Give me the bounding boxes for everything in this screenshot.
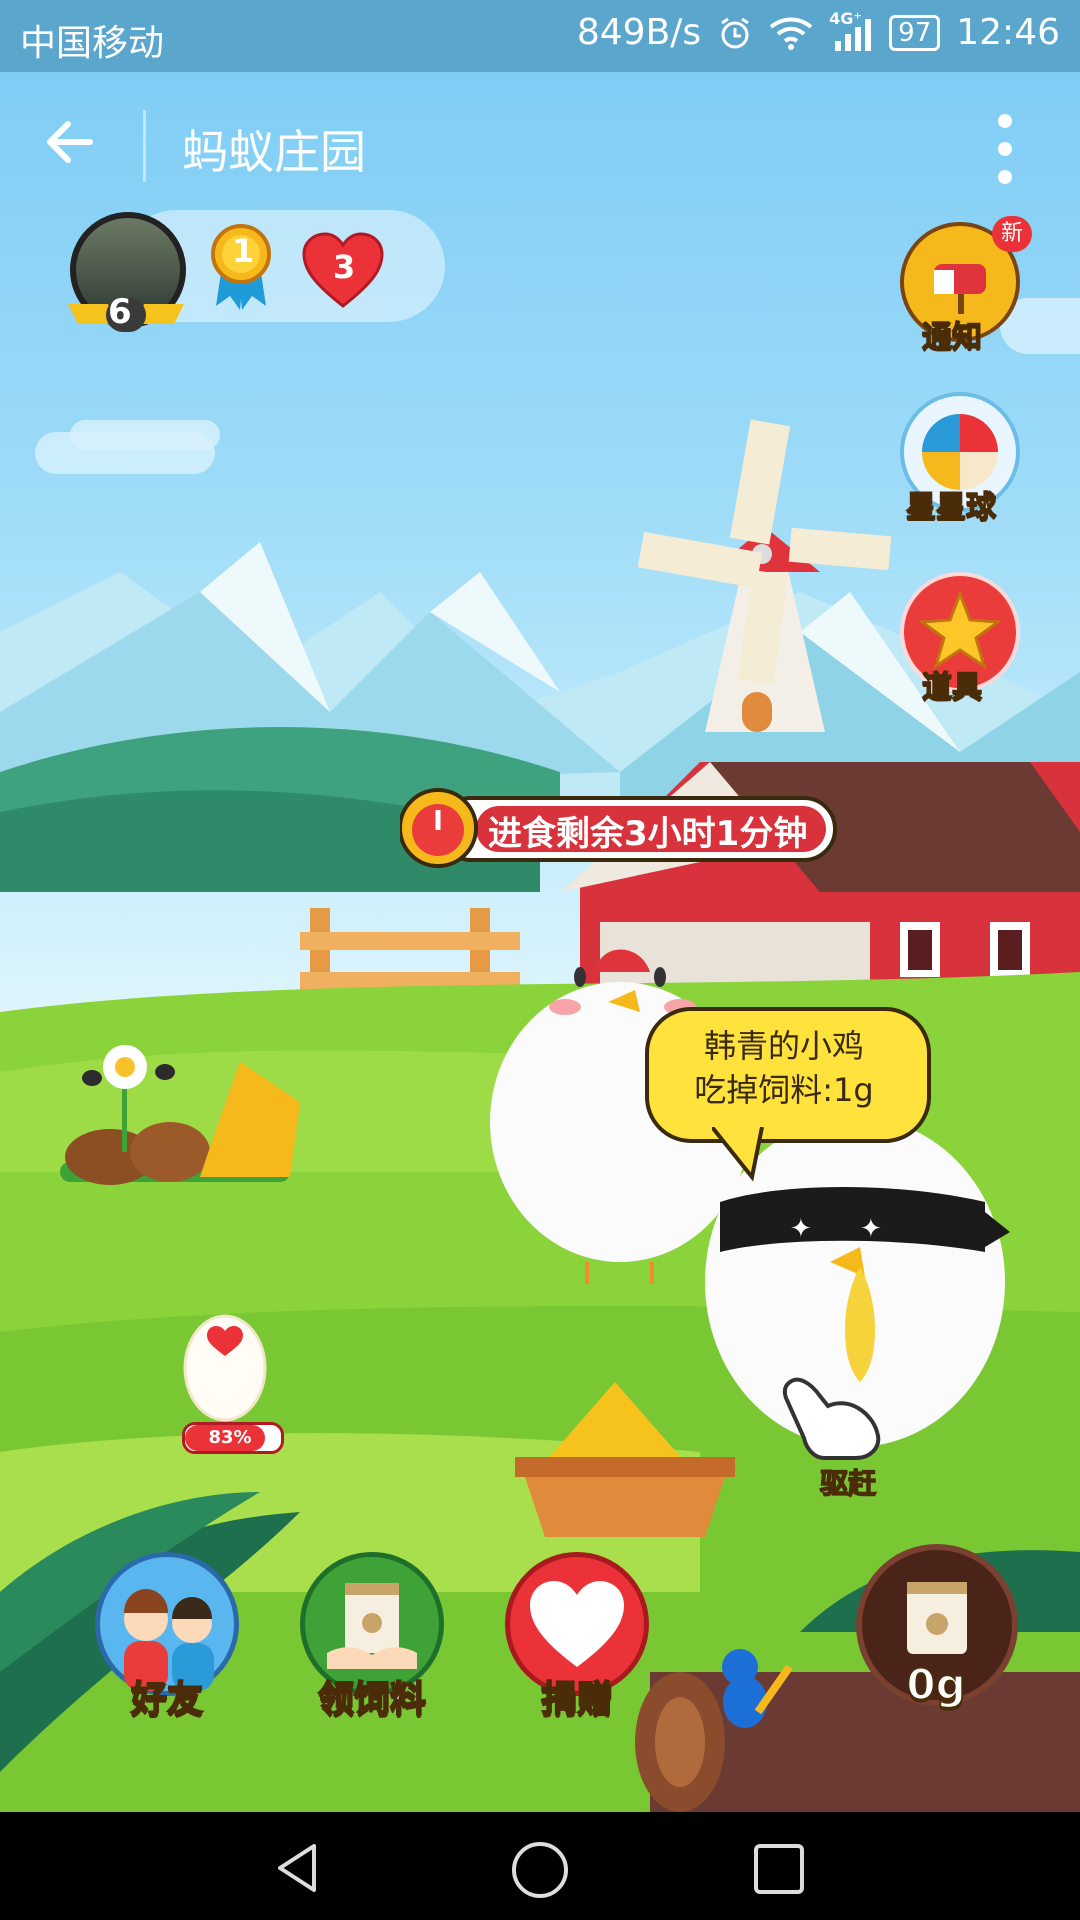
new-badge: 新 xyxy=(992,216,1032,252)
more-dots-icon xyxy=(998,114,1012,128)
medal-rank: 1 xyxy=(232,232,255,270)
feed-storage-button[interactable]: 0g xyxy=(856,1544,1018,1710)
friends-label: 好友 xyxy=(130,1678,204,1721)
back-button[interactable] xyxy=(40,112,110,182)
back-arrow-icon xyxy=(47,121,93,163)
status-bar: 中国移动 849B/s 4G⁺ 97 12:46 xyxy=(0,0,1080,72)
egg-progress-text: 83% xyxy=(208,1427,252,1448)
donate-button[interactable]: 捐赠 xyxy=(505,1552,655,1722)
drive-away-label: 驱赶 xyxy=(819,1466,877,1501)
nav-recents-icon[interactable] xyxy=(752,1842,806,1896)
speech-bubble-text: 韩青的小鸡 吃掉饲料:1g xyxy=(660,1024,908,1112)
notification-button[interactable]: 新 通知 xyxy=(900,216,1032,402)
donate-label: 捐赠 xyxy=(540,1678,614,1721)
status-icons: 849B/s 4G⁺ 97 12:46 xyxy=(576,9,1060,54)
love-heart-button[interactable]: 3 xyxy=(300,230,386,310)
speech-bubble-line1: 韩青的小鸡 xyxy=(703,1027,864,1065)
nav-back-icon[interactable] xyxy=(270,1840,326,1896)
farm-scene: ✦ ✦ 蚂蚁庄园 6 1 3 新 通知 星星球 道具 进食剩余3小时1分钟 韩青… xyxy=(0,72,1080,1812)
header-divider xyxy=(143,110,146,182)
friends-button[interactable]: 好友 xyxy=(95,1552,245,1722)
speech-bubble-tail xyxy=(712,1127,764,1182)
speech-bubble-line2: 吃掉饲料:1g xyxy=(694,1071,874,1109)
user-level: 6 xyxy=(108,292,132,332)
clock: 12:46 xyxy=(956,12,1060,53)
star-ball-label: 星星球 xyxy=(905,489,997,526)
medal-button[interactable]: 1 xyxy=(208,222,274,310)
get-feed-label: 领饲料 xyxy=(317,1678,427,1721)
app-header: 蚂蚁庄园 xyxy=(0,72,1080,222)
battery-level: 97 xyxy=(889,14,941,51)
feeding-timer-text: 进食剩余3小时1分钟 xyxy=(488,814,808,854)
notification-label: 通知 xyxy=(921,319,983,356)
network-speed: 849B/s xyxy=(576,12,702,53)
egg-icon xyxy=(183,1314,267,1422)
star-ball-button[interactable]: 星星球 xyxy=(900,392,1020,572)
signal-icon: 4G⁺ xyxy=(829,9,873,51)
alarm-icon xyxy=(721,17,749,48)
drive-away-button[interactable]: 驱赶 xyxy=(780,1372,900,1502)
props-label: 道具 xyxy=(921,669,983,706)
heart-count: 3 xyxy=(333,248,356,286)
system-nav-bar xyxy=(0,1812,1080,1920)
egg-button[interactable]: 83% xyxy=(160,1302,300,1482)
more-menu-button[interactable] xyxy=(995,114,1015,184)
nav-home-icon[interactable] xyxy=(510,1840,570,1900)
feed-amount: 0g xyxy=(905,1659,966,1710)
pointing-hand-icon xyxy=(782,1377,881,1460)
wifi-icon xyxy=(769,17,813,50)
props-button[interactable]: 道具 xyxy=(900,572,1020,752)
page-title: 蚂蚁庄园 xyxy=(182,125,366,179)
carrier-name: 中国移动 xyxy=(20,23,165,64)
get-feed-button[interactable]: 领饲料 xyxy=(300,1552,450,1722)
